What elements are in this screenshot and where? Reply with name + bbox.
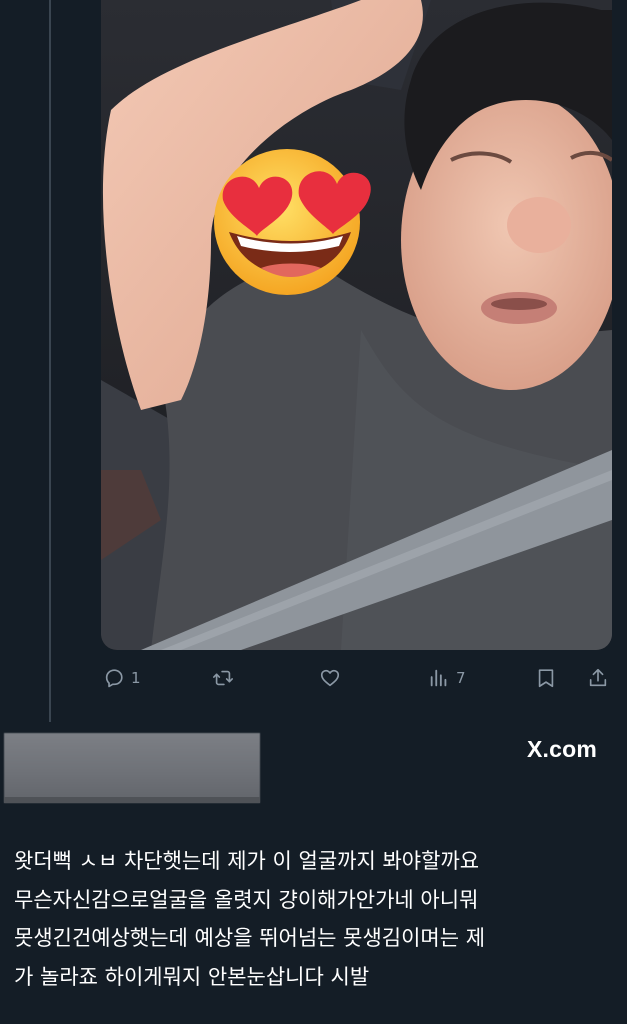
caption-line: 왓더뻑 ㅅㅂ 차단햇는데 제가 이 얼굴까지 봐야할까요 xyxy=(14,849,480,873)
like-icon xyxy=(320,669,340,687)
views-count: 7 xyxy=(456,669,466,687)
reply-count: 1 xyxy=(131,669,141,687)
redacted-block-edge xyxy=(4,797,260,803)
retweet-button[interactable] xyxy=(211,662,241,694)
reply-icon xyxy=(105,669,123,688)
caption-line: 가 놀라죠 하이게뭐지 안본눈삽니다 시발 xyxy=(14,964,370,989)
x-com-watermark: X.com xyxy=(526,736,597,762)
bookmark-button[interactable] xyxy=(535,662,557,694)
views-button[interactable]: 7 xyxy=(428,662,466,694)
redacted-username-block xyxy=(4,733,260,803)
caption-line: 못생긴건예상햇는데 예상을 뛰어넘는 못생김이며는 제 xyxy=(14,926,486,950)
bookmark-icon xyxy=(538,669,554,688)
thread-connector-line xyxy=(49,0,51,722)
reply-button[interactable]: 1 xyxy=(103,662,141,694)
photo-image xyxy=(101,0,612,650)
tweet-photo[interactable] xyxy=(101,0,612,650)
share-icon xyxy=(589,668,607,687)
tweet-action-bar: 1 7 xyxy=(101,662,613,694)
retweet-icon xyxy=(213,670,233,686)
share-button[interactable] xyxy=(587,662,609,694)
like-button[interactable] xyxy=(318,662,348,694)
views-icon xyxy=(430,669,447,687)
caption-text: 왓더뻑 ㅅㅂ 차단햇는데 제가 이 얼굴까지 봐야할까요 무슨자신감으로얼굴을 … xyxy=(14,842,614,996)
caption-line: 무슨자신감으로얼굴을 올렷지 걍이해가안가네 아니뭐 xyxy=(14,887,479,912)
